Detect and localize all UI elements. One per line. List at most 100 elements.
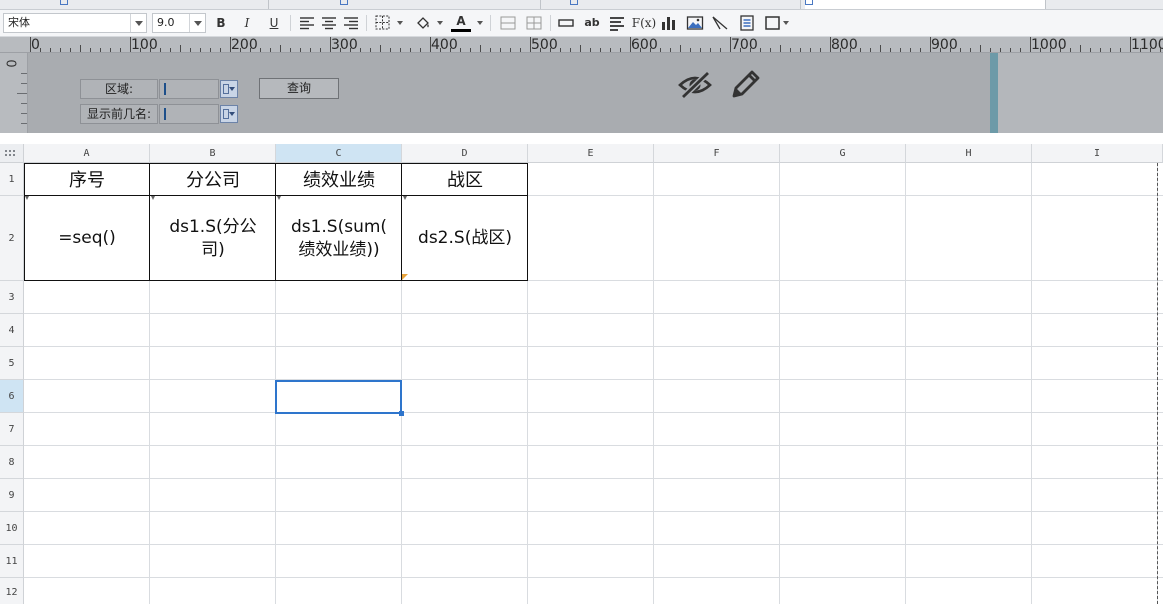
ruler-tick bbox=[240, 48, 241, 52]
document-tab-active[interactable] bbox=[805, 0, 1045, 9]
cell-a2[interactable]: =seq() bbox=[24, 196, 150, 281]
chart-icon[interactable] bbox=[659, 14, 679, 32]
row-header-11[interactable]: 11 bbox=[0, 545, 24, 578]
ruler-tick bbox=[70, 48, 71, 52]
selected-cell-c6[interactable] bbox=[275, 380, 402, 414]
column-header-g[interactable]: G bbox=[780, 144, 906, 163]
document-tab[interactable] bbox=[60, 0, 71, 9]
image-icon[interactable] bbox=[685, 14, 705, 32]
dropdown-arrow-icon[interactable] bbox=[220, 105, 238, 123]
fill-color-icon[interactable] bbox=[413, 14, 433, 32]
chevron-down-icon[interactable] bbox=[397, 21, 403, 25]
select-all-corner[interactable] bbox=[0, 144, 24, 163]
cell-c2-text-line2: 绩效业绩)) bbox=[298, 239, 380, 260]
column-header-f[interactable]: F bbox=[654, 144, 780, 163]
top-n-label[interactable]: 显示前几名: bbox=[80, 104, 158, 124]
chevron-down-icon[interactable] bbox=[783, 21, 789, 25]
region-combo-input[interactable] bbox=[159, 79, 219, 99]
chevron-down-icon[interactable] bbox=[130, 14, 146, 32]
ruler-tick bbox=[1100, 48, 1101, 52]
grid-column-line bbox=[653, 163, 654, 604]
query-button[interactable]: 查询 bbox=[259, 78, 339, 99]
column-header-c[interactable]: C bbox=[276, 144, 402, 163]
column-header-i[interactable]: I bbox=[1032, 144, 1163, 163]
top-n-combo-input[interactable] bbox=[159, 104, 219, 124]
row-header-10[interactable]: 10 bbox=[0, 512, 24, 545]
italic-button[interactable]: I bbox=[237, 14, 257, 32]
row-header-2[interactable]: 2 bbox=[0, 196, 24, 281]
grid-row-line bbox=[24, 445, 1163, 446]
document-tab[interactable] bbox=[340, 0, 351, 9]
row-header-9[interactable]: 9 bbox=[0, 479, 24, 512]
ruler-tick bbox=[30, 37, 31, 52]
cell-b1[interactable]: 分公司 bbox=[150, 163, 276, 195]
font-size-select[interactable]: 9.0 bbox=[152, 13, 206, 33]
table-border bbox=[24, 280, 528, 281]
ruler-tick bbox=[90, 48, 91, 52]
ruler-tick bbox=[170, 48, 171, 52]
vertical-ruler: 0 bbox=[0, 53, 28, 133]
table-border bbox=[275, 163, 276, 281]
split-cells-icon[interactable] bbox=[524, 14, 544, 32]
bold-button[interactable]: B bbox=[211, 14, 231, 32]
cell-c1[interactable]: 绩效业绩 bbox=[276, 163, 402, 195]
formula-button[interactable]: F(x) bbox=[631, 14, 657, 32]
row-header-5[interactable]: 5 bbox=[0, 347, 24, 380]
merge-cells-icon[interactable] bbox=[498, 14, 518, 32]
ruler-label: 1100 bbox=[1131, 37, 1163, 53]
row-header-8[interactable]: 8 bbox=[0, 446, 24, 479]
text-field-icon[interactable] bbox=[556, 14, 576, 32]
ruler-tick bbox=[970, 48, 971, 52]
row-header-3[interactable]: 3 bbox=[0, 281, 24, 314]
ruler-tick bbox=[450, 48, 451, 52]
chevron-down-icon[interactable] bbox=[189, 14, 205, 32]
grid-row-line bbox=[24, 313, 1163, 314]
chevron-down-icon[interactable] bbox=[437, 21, 443, 25]
frame-border-icon[interactable] bbox=[763, 14, 783, 32]
row-header-4[interactable]: 4 bbox=[0, 314, 24, 347]
ruler-tick bbox=[21, 73, 27, 74]
fill-handle[interactable] bbox=[399, 411, 404, 416]
column-header-h[interactable]: H bbox=[906, 144, 1032, 163]
row-header-1[interactable]: 1 bbox=[0, 163, 24, 196]
panel-width-handle[interactable] bbox=[990, 53, 998, 133]
align-left-icon[interactable] bbox=[297, 14, 317, 32]
border-icon[interactable] bbox=[373, 14, 393, 32]
design-grid[interactable]: 序号 分公司 绩效业绩 战区 =seq() ds1.S(分公 司) ds1.S(s… bbox=[24, 163, 1163, 604]
align-center-icon[interactable] bbox=[319, 14, 339, 32]
document-tab[interactable] bbox=[570, 0, 581, 9]
ruler-tick bbox=[890, 48, 891, 52]
font-size-value: 9.0 bbox=[157, 16, 175, 29]
ruler-label: 200 bbox=[231, 37, 258, 53]
cell-d1[interactable]: 战区 bbox=[402, 163, 528, 195]
region-label[interactable]: 区域: bbox=[80, 79, 158, 99]
column-header-d[interactable]: D bbox=[402, 144, 528, 163]
vertical-ruler-label: 0 bbox=[5, 59, 21, 68]
sub-report-icon[interactable] bbox=[737, 14, 757, 32]
cell-d2[interactable]: ds2.S(战区) bbox=[402, 196, 528, 281]
expand-marker-icon bbox=[151, 196, 155, 200]
align-right-icon[interactable] bbox=[341, 14, 361, 32]
paragraph-icon[interactable] bbox=[607, 14, 627, 32]
column-header-a[interactable]: A bbox=[24, 144, 150, 163]
ruler-tick bbox=[510, 48, 511, 52]
ruler-tick bbox=[200, 48, 201, 52]
expand-marker-icon bbox=[25, 196, 29, 200]
chevron-down-icon[interactable] bbox=[477, 21, 483, 25]
cell-b2[interactable]: ds1.S(分公 司) bbox=[150, 196, 276, 281]
eye-slash-icon[interactable] bbox=[677, 69, 713, 101]
row-header-12[interactable]: 12 bbox=[0, 578, 24, 604]
column-header-e[interactable]: E bbox=[528, 144, 654, 163]
slash-line-icon[interactable] bbox=[710, 14, 730, 32]
text-wrap-button[interactable]: ab bbox=[582, 14, 602, 32]
row-header-6[interactable]: 6 bbox=[0, 380, 24, 413]
column-header-b[interactable]: B bbox=[150, 144, 276, 163]
cell-c2[interactable]: ds1.S(sum(绩效业绩)) bbox=[276, 196, 402, 281]
font-family-select[interactable]: 宋体 bbox=[3, 13, 147, 33]
pencil-edit-icon[interactable] bbox=[727, 67, 763, 99]
font-color-button[interactable]: A bbox=[451, 14, 471, 32]
row-header-7[interactable]: 7 bbox=[0, 413, 24, 446]
cell-a1[interactable]: 序号 bbox=[24, 163, 150, 195]
underline-button[interactable]: U bbox=[264, 14, 284, 32]
dropdown-arrow-icon[interactable] bbox=[220, 80, 238, 98]
